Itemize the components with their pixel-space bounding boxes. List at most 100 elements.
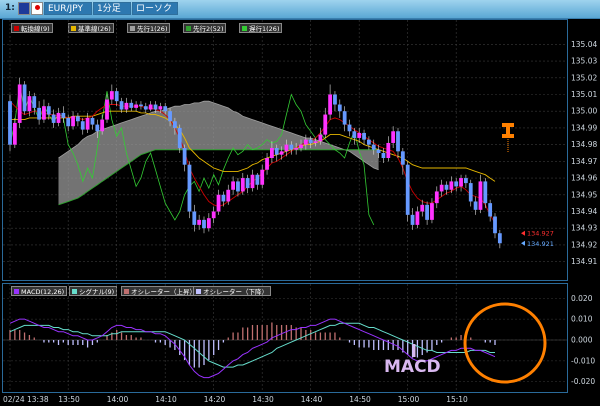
candle-body bbox=[328, 94, 332, 115]
candle-body bbox=[109, 91, 114, 100]
candle-body bbox=[148, 104, 153, 110]
candle-body bbox=[168, 111, 172, 122]
candle-body bbox=[294, 147, 299, 150]
candle-body bbox=[202, 219, 206, 229]
candle-body bbox=[71, 116, 75, 127]
candle-body bbox=[80, 121, 85, 130]
price-tick-label: 134.99 bbox=[571, 123, 597, 132]
candle-body bbox=[143, 106, 148, 110]
candle-body bbox=[376, 149, 381, 153]
candle-body bbox=[396, 131, 400, 152]
time-tick-label: 14:40 bbox=[301, 395, 323, 404]
candle-body bbox=[337, 104, 342, 112]
candle-body bbox=[153, 104, 158, 110]
candle-body bbox=[473, 201, 478, 210]
candle-body bbox=[299, 144, 303, 148]
candle-body bbox=[483, 181, 488, 204]
candle-body bbox=[391, 131, 396, 143]
candle-body bbox=[105, 99, 109, 120]
time-tick-label: 14:50 bbox=[349, 395, 371, 404]
candle-body bbox=[187, 164, 192, 212]
time-tick-label: 14:10 bbox=[155, 395, 177, 404]
candle-body bbox=[313, 141, 318, 143]
candle-body bbox=[245, 178, 250, 189]
time-tick-label: 02/24 13:38 bbox=[3, 395, 49, 404]
candle-body bbox=[260, 169, 265, 185]
candle-body bbox=[493, 216, 497, 234]
price-axis: 135.04 135.03 135.02 135.01 135.00 134.99 134.… bbox=[521, 40, 597, 266]
price-tick-label: 134.98 bbox=[571, 140, 597, 149]
candle-body bbox=[42, 106, 46, 120]
candle-body bbox=[163, 106, 168, 112]
candle-body bbox=[270, 147, 274, 159]
candle-body bbox=[95, 124, 100, 132]
candle-body bbox=[444, 184, 449, 190]
price-tick-label: 134.93 bbox=[571, 224, 597, 233]
candle-body bbox=[415, 211, 420, 225]
candle-body bbox=[206, 218, 211, 229]
candle-body bbox=[449, 181, 454, 190]
candle-body bbox=[284, 144, 289, 152]
candle-body bbox=[182, 147, 187, 165]
candle-body bbox=[124, 102, 129, 110]
ichimoku-signal-icon bbox=[502, 123, 514, 138]
current-price-label: 134.927 bbox=[527, 230, 554, 238]
candle-body bbox=[100, 119, 105, 132]
candle-body bbox=[177, 127, 182, 148]
candle-body bbox=[425, 204, 429, 220]
candle-body bbox=[197, 219, 202, 225]
price-tick-label: 134.94 bbox=[571, 207, 597, 216]
candle-body bbox=[430, 203, 434, 220]
candle-body bbox=[362, 132, 366, 140]
candle-body bbox=[347, 124, 352, 132]
time-tick-label: 15:00 bbox=[398, 395, 420, 404]
candle-body bbox=[357, 132, 362, 138]
price-tick-label: 134.95 bbox=[571, 190, 597, 199]
candle-body bbox=[352, 131, 357, 138]
price-tick-label: 134.91 bbox=[571, 257, 597, 266]
chart-canvas[interactable]: 135.04 135.03 135.02 135.01 135.00 134.99 134.… bbox=[0, 0, 600, 406]
candle-body bbox=[12, 122, 17, 145]
candle-body bbox=[61, 112, 66, 118]
price-tick-label: 134.96 bbox=[571, 174, 597, 183]
candle-body bbox=[211, 211, 216, 219]
candle-body bbox=[386, 142, 391, 159]
candle-body bbox=[468, 183, 473, 202]
candle-body bbox=[464, 178, 468, 184]
candle-body bbox=[439, 184, 444, 192]
price-grid bbox=[3, 20, 567, 392]
candle-body bbox=[497, 233, 502, 244]
candle-body bbox=[420, 204, 425, 212]
icon-part bbox=[502, 134, 514, 138]
candle-body bbox=[240, 178, 245, 192]
candle-body bbox=[289, 144, 294, 150]
candle-body bbox=[400, 151, 405, 165]
candle-body bbox=[226, 189, 231, 202]
candle-body bbox=[221, 194, 226, 202]
macd-tick-label: 0.000 bbox=[571, 336, 593, 345]
macd-tick-label: 0.020 bbox=[571, 294, 593, 303]
candle-body bbox=[459, 178, 463, 187]
candle-body bbox=[250, 174, 255, 189]
candle-body bbox=[134, 104, 138, 108]
macd-tick-label: -0.010 bbox=[571, 356, 595, 365]
time-tick-label: 14:00 bbox=[107, 395, 129, 404]
price-tick-label: 135.04 bbox=[571, 40, 597, 49]
candle-body bbox=[114, 91, 119, 102]
icon-part bbox=[506, 127, 510, 134]
candle-body bbox=[255, 174, 260, 185]
candle-body bbox=[32, 96, 37, 108]
candle-body bbox=[323, 114, 328, 135]
candle-body bbox=[274, 147, 279, 155]
candle-body bbox=[279, 151, 284, 155]
macd-tick-label: -0.020 bbox=[571, 377, 595, 386]
candle-body bbox=[158, 106, 163, 110]
candle-body bbox=[76, 116, 80, 122]
candle-body bbox=[405, 164, 410, 215]
annotation-circle bbox=[463, 302, 547, 384]
candle-body bbox=[46, 106, 51, 115]
candle-body bbox=[51, 114, 56, 123]
time-tick-label: 15:10 bbox=[446, 395, 468, 404]
price-marker bbox=[521, 230, 525, 236]
macd-tick-label: 0.010 bbox=[571, 315, 593, 324]
